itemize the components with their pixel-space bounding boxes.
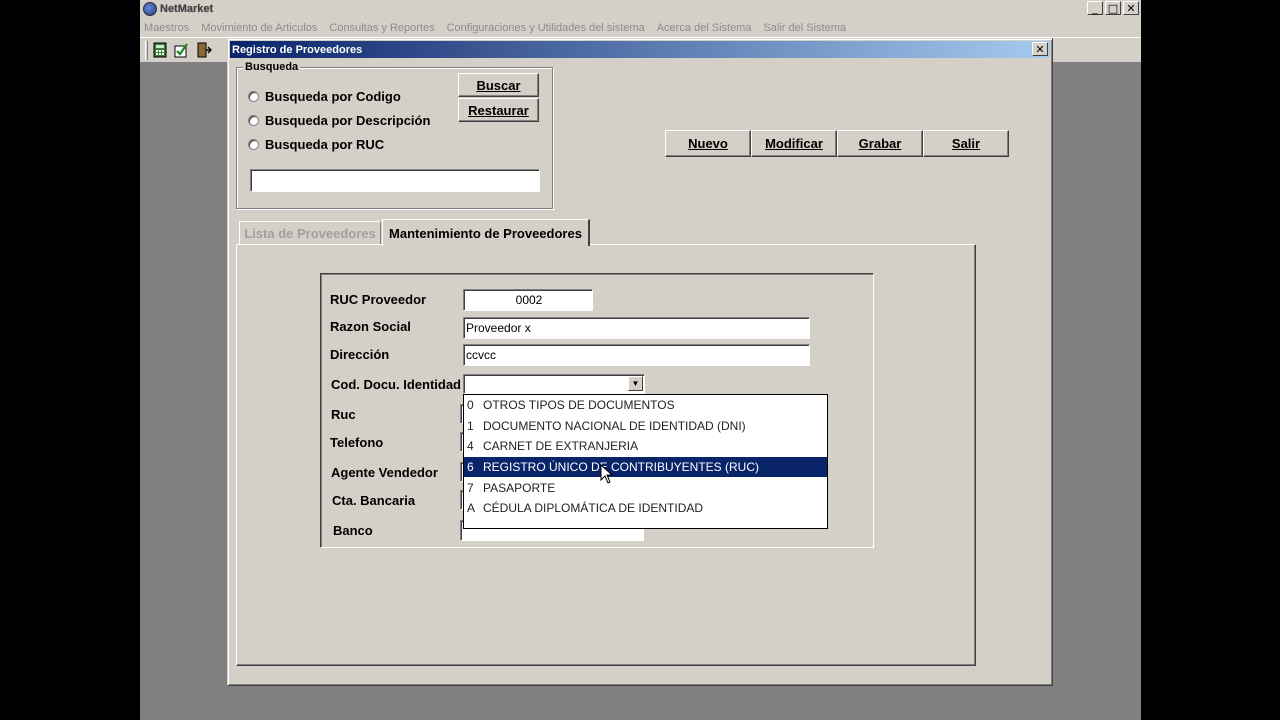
item-code: 0 bbox=[467, 398, 474, 413]
tab-mantenimiento-proveedores[interactable]: Mantenimiento de Proveedores bbox=[382, 219, 590, 246]
direccion-label: Dirección bbox=[330, 347, 390, 362]
modificar-button[interactable]: Modificar bbox=[751, 130, 837, 157]
item-code: 7 bbox=[467, 480, 474, 495]
radio-busqueda-codigo[interactable]: Busqueda por Codigo bbox=[248, 89, 401, 104]
razon-social-field[interactable]: Proveedor x bbox=[463, 317, 810, 339]
search-input[interactable] bbox=[250, 169, 540, 192]
salir-button[interactable]: Salir bbox=[923, 130, 1009, 157]
ruc-proveedor-field[interactable]: 0002 bbox=[463, 289, 593, 311]
close-button[interactable]: ✕ bbox=[1123, 1, 1139, 15]
radio-circle-icon[interactable] bbox=[248, 115, 259, 126]
item-text: DOCUMENTO NACIONAL DE IDENTIDAD (DNI) bbox=[483, 418, 746, 433]
item-text: REGISTRO ÚNICO DE CONTRIBUYENTES (RUC) bbox=[483, 460, 760, 475]
radio-label-codigo: Busqueda por Codigo bbox=[265, 89, 401, 104]
menu-configuraciones[interactable]: Configuraciones y Utilidades del sistema bbox=[447, 22, 645, 34]
minimize-button[interactable]: _ bbox=[1087, 1, 1103, 15]
maximize-button[interactable]: □ bbox=[1105, 1, 1121, 15]
ruc-label: Ruc bbox=[331, 407, 356, 422]
child-title: Registro de Proveedores bbox=[232, 43, 363, 56]
search-group-label: Busqueda bbox=[243, 61, 301, 73]
razon-social-label: Razon Social bbox=[330, 319, 411, 334]
toolbar-grip bbox=[145, 41, 148, 60]
telefono-label: Telefono bbox=[330, 435, 384, 450]
menu-movimiento[interactable]: Movimiento de Articulos bbox=[201, 22, 317, 34]
child-close-button[interactable]: ✕ bbox=[1032, 42, 1048, 56]
ruc-proveedor-label: RUC Proveedor bbox=[330, 292, 427, 307]
menu-salir[interactable]: Salir del Sistema bbox=[763, 22, 846, 34]
restaurar-button[interactable]: Restaurar bbox=[458, 98, 539, 122]
cta-bancaria-label: Cta. Bancaria bbox=[332, 493, 416, 508]
item-code: A bbox=[467, 501, 476, 516]
child-titlebar: Registro de Proveedores ✕ bbox=[230, 41, 1050, 58]
dropdown-item[interactable]: 1 DOCUMENTO NACIONAL DE IDENTIDAD (DNI) bbox=[464, 416, 827, 437]
exit-door-icon[interactable] bbox=[196, 42, 212, 58]
agente-vendedor-label: Agente Vendedor bbox=[331, 465, 438, 480]
cod-docu-identidad-label: Cod. Docu. Identidad bbox=[331, 377, 461, 392]
radio-busqueda-ruc[interactable]: Busqueda por RUC bbox=[248, 137, 384, 152]
cod-docu-identidad-select[interactable]: ▼ bbox=[463, 374, 645, 394]
radio-circle-icon[interactable] bbox=[248, 139, 259, 150]
dropdown-item[interactable]: A CÉDULA DIPLOMÁTICA DE IDENTIDAD bbox=[464, 498, 827, 519]
dropdown-item[interactable]: 0 OTROS TIPOS DE DOCUMENTOS bbox=[464, 395, 827, 416]
app-title: NetMarket bbox=[160, 3, 214, 15]
item-code: 4 bbox=[467, 439, 474, 454]
grabar-button[interactable]: Grabar bbox=[837, 130, 923, 157]
calculator-icon[interactable] bbox=[152, 42, 168, 58]
item-text: OTROS TIPOS DE DOCUMENTOS bbox=[483, 398, 675, 413]
app-globe-icon bbox=[143, 2, 157, 16]
radio-label-descripcion: Busqueda por Descripción bbox=[265, 113, 431, 128]
nuevo-button[interactable]: Nuevo bbox=[665, 130, 751, 157]
checklist-icon[interactable] bbox=[173, 42, 189, 58]
mouse-cursor-icon bbox=[600, 464, 614, 484]
menu-consultas[interactable]: Consultas y Reportes bbox=[329, 22, 434, 34]
menubar: Maestros Movimiento de Articulos Consult… bbox=[140, 18, 1141, 37]
tab-lista-proveedores[interactable]: Lista de Proveedores bbox=[239, 221, 381, 244]
dropdown-item[interactable]: 4 CARNET DE EXTRANJERIA bbox=[464, 436, 827, 457]
dropdown-item-selected[interactable]: 6 REGISTRO ÚNICO DE CONTRIBUYENTES (RUC) bbox=[464, 456, 827, 478]
chevron-down-icon[interactable]: ▼ bbox=[628, 376, 643, 391]
menu-maestros[interactable]: Maestros bbox=[144, 22, 189, 34]
buscar-button[interactable]: Buscar bbox=[458, 73, 539, 97]
direccion-field[interactable]: ccvcc bbox=[463, 344, 810, 366]
document-type-dropdown: 0 OTROS TIPOS DE DOCUMENTOS 1 DOCUMENTO NA… bbox=[463, 394, 828, 529]
item-text: PASAPORTE bbox=[483, 480, 556, 495]
item-code: 6 bbox=[467, 460, 474, 475]
app-titlebar: NetMarket _ □ ✕ bbox=[140, 0, 1141, 18]
banco-label: Banco bbox=[333, 523, 373, 538]
item-code: 1 bbox=[467, 418, 474, 433]
radio-busqueda-descripcion[interactable]: Busqueda por Descripción bbox=[248, 113, 430, 128]
dropdown-item[interactable]: 7 PASAPORTE bbox=[464, 477, 827, 498]
menu-acerca[interactable]: Acerca del Sistema bbox=[657, 22, 752, 34]
radio-label-ruc: Busqueda por RUC bbox=[265, 137, 385, 152]
item-text: CARNET DE EXTRANJERIA bbox=[483, 439, 639, 454]
radio-circle-icon[interactable] bbox=[248, 91, 259, 102]
item-text: CÉDULA DIPLOMÁTICA DE IDENTIDAD bbox=[483, 501, 704, 516]
